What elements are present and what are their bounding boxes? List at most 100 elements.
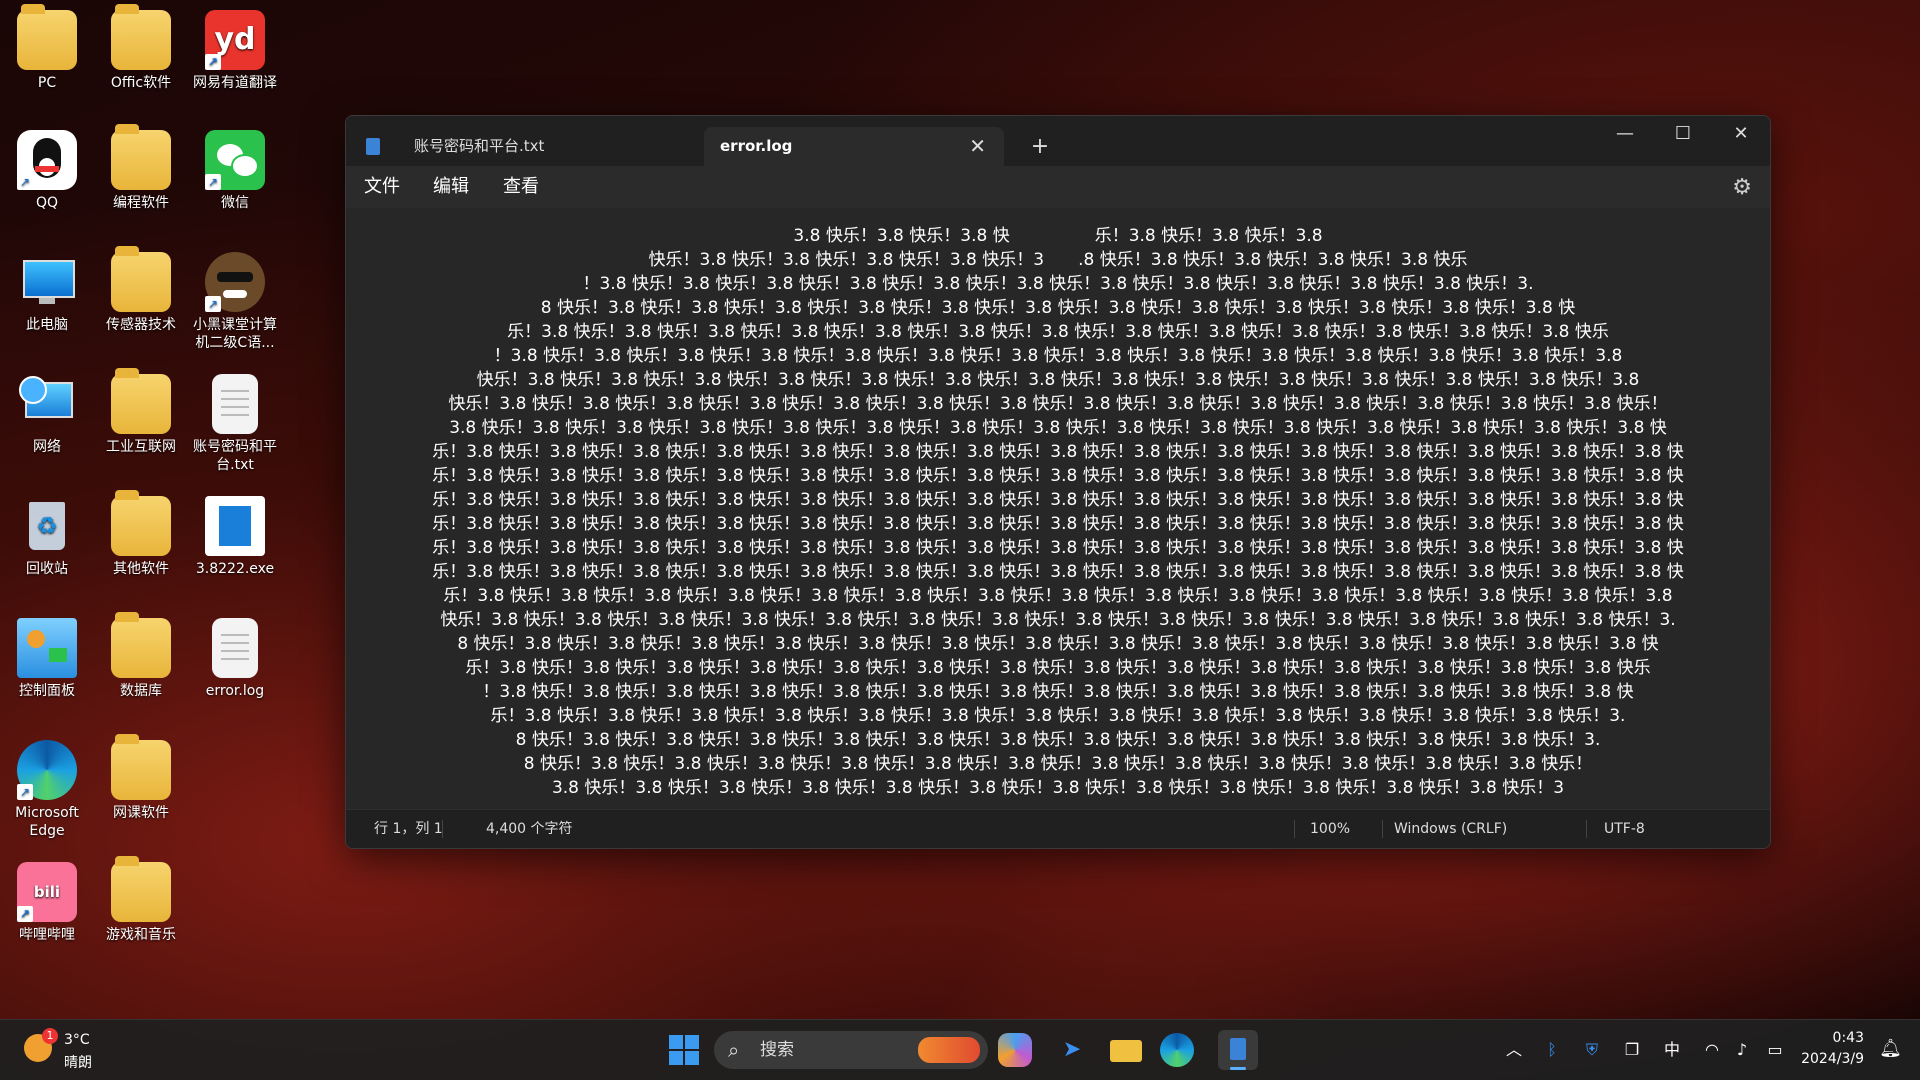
- desktop-icon-exe[interactable]: 3.8222.exe: [188, 496, 282, 578]
- clock-time: 0:43: [1832, 1030, 1864, 1046]
- encoding[interactable]: UTF-8: [1604, 810, 1645, 848]
- shortcut-arrow-icon: ↗: [205, 174, 221, 190]
- start-button[interactable]: [664, 1030, 704, 1070]
- edge-taskbar-icon[interactable]: [1160, 1033, 1194, 1067]
- shortcut-arrow-icon: ↗: [17, 174, 33, 190]
- text-file-icon: [212, 618, 258, 678]
- clock[interactable]: 0:43 2024/3/9: [1801, 1028, 1864, 1070]
- battery-icon[interactable]: ▭: [1762, 1020, 1788, 1080]
- maximize-button[interactable]: ☐: [1654, 116, 1712, 152]
- status-divider: [1382, 820, 1383, 838]
- taskbar: 1 3°C 晴朗 ⌕ 搜索 ➤ ︿ ᛒ ⛨ ❐ 中 ◠ ♪ ▭ 0:43 202…: [0, 1019, 1920, 1080]
- desktop-icon-this-pc[interactable]: 此电脑: [0, 252, 94, 334]
- recycle-bin-icon: ♻: [17, 496, 77, 556]
- notepad-taskbar-icon[interactable]: [1218, 1030, 1258, 1070]
- desktop-icon-recycle-bin[interactable]: ♻ 回收站: [0, 496, 94, 578]
- settings-gear-icon[interactable]: ⚙: [1732, 175, 1752, 200]
- copilot-icon[interactable]: [998, 1033, 1032, 1067]
- wechat-icon: ↗: [205, 130, 265, 190]
- desktop-icon-qq[interactable]: ↗ QQ: [0, 130, 94, 212]
- task-view-icon[interactable]: ❐: [1620, 1020, 1644, 1080]
- shortcut-arrow-icon: ↗: [205, 296, 221, 312]
- desktop-icon-label: 微信: [221, 195, 249, 211]
- desktop-icon-xiaohei[interactable]: ↗ 小黑课堂计算机二级C语...: [188, 252, 282, 352]
- desktop-icon-label: 数据库: [120, 683, 162, 699]
- desktop-icon-label: 编程软件: [113, 195, 169, 211]
- editor-line: 3.8 快乐！3.8 快乐！3.8 快乐！3.8 快乐！3.8 快乐！3.8 快…: [449, 418, 1667, 438]
- taskbar-search[interactable]: ⌕ 搜索: [714, 1031, 988, 1069]
- desktop-icon-label: 传感器技术: [106, 317, 176, 333]
- folder-icon: [111, 734, 171, 800]
- desktop-icon-office[interactable]: Offic软件: [94, 4, 188, 92]
- notification-bell-icon[interactable]: 🔔︎: [1879, 1038, 1902, 1059]
- shortcut-arrow-icon: ↗: [17, 784, 33, 800]
- search-icon: ⌕: [728, 1038, 740, 1062]
- status-divider: [442, 820, 443, 838]
- bilibili-icon: bili ↗: [17, 862, 77, 922]
- desktop-icon-other[interactable]: 其他软件: [94, 490, 188, 578]
- editor-line: 快乐！3.8 快乐！3.8 快乐！3.8 快乐！3.8 快乐！3 .8 快乐！3…: [648, 250, 1468, 270]
- desktop-icon-label: 小黑课堂计算机二级C语...: [193, 317, 277, 351]
- weather-widget[interactable]: 1 3°C 晴朗: [24, 1028, 144, 1072]
- desktop-icon-industrial[interactable]: 工业互联网: [94, 368, 188, 456]
- wifi-icon[interactable]: ◠: [1700, 1020, 1724, 1080]
- folder-icon: [111, 368, 171, 434]
- desktop-icon-youdao[interactable]: yd ↗ 网易有道翻译: [188, 10, 282, 92]
- line-ending[interactable]: Windows (CRLF): [1394, 810, 1507, 848]
- tab-label: 账号密码和平台.txt: [414, 137, 545, 155]
- close-window-button[interactable]: ✕: [1712, 116, 1770, 152]
- desktop-icon-control-panel[interactable]: 控制面板: [0, 618, 94, 700]
- maximize-icon: ☐: [1674, 123, 1692, 144]
- editor-line: 乐！3.8 快乐！3.8 快乐！3.8 快乐！3.8 快乐！3.8 快乐！3.8…: [432, 490, 1684, 510]
- desktop-icon-network[interactable]: 网络: [0, 374, 94, 456]
- notepad-icon: [366, 138, 380, 155]
- tab-accounts-txt[interactable]: 账号密码和平台.txt: [346, 127, 696, 166]
- text-editor[interactable]: 3.8 快乐！3.8 快乐！3.8 快 乐！3.8 快乐！3.8 快乐！3.8 快…: [346, 208, 1770, 810]
- desktop-icon-bilibili[interactable]: bili ↗ 哔哩哔哩: [0, 862, 94, 944]
- editor-line: 8 快乐！3.8 快乐！3.8 快乐！3.8 快乐！3.8 快乐！3.8 快乐！…: [457, 634, 1659, 654]
- desktop-icon-sensor[interactable]: 传感器技术: [94, 246, 188, 334]
- desktop-icon-error-log[interactable]: error.log: [188, 618, 282, 700]
- close-tab-icon[interactable]: ✕: [969, 127, 986, 166]
- desktop-icon-accounts-txt[interactable]: 账号密码和平台.txt: [188, 374, 282, 474]
- title-bar[interactable]: 账号密码和平台.txt error.log ✕ + — ☐ ✕: [346, 116, 1770, 166]
- desktop-icon-label: 其他软件: [113, 561, 169, 577]
- desktop-icon-label: PC: [37, 75, 57, 91]
- editor-line: ！3.8 快乐！3.8 快乐！3.8 快乐！3.8 快乐！3.8 快乐！3.8 …: [493, 346, 1623, 366]
- clock-date: 2024/3/9: [1801, 1051, 1864, 1067]
- app-feather-icon[interactable]: ➤: [1052, 1030, 1092, 1070]
- desktop-icon-label: 回收站: [26, 561, 68, 577]
- menu-edit[interactable]: 编辑: [433, 166, 469, 208]
- user-folder-icon: [17, 4, 77, 70]
- desktop-icon-database[interactable]: 数据库: [94, 612, 188, 700]
- youdao-icon: yd ↗: [205, 10, 265, 70]
- menu-view[interactable]: 查看: [503, 166, 539, 208]
- close-icon: ✕: [1733, 123, 1749, 144]
- desktop-icon-edge[interactable]: ↗ Microsoft Edge: [0, 740, 94, 840]
- new-tab-button[interactable]: +: [1022, 130, 1058, 166]
- security-shield-icon[interactable]: ⛨: [1580, 1020, 1604, 1080]
- zoom-level[interactable]: 100%: [1310, 810, 1350, 848]
- menu-file[interactable]: 文件: [364, 166, 400, 208]
- desktop-icon-games-music[interactable]: 游戏和音乐: [94, 856, 188, 944]
- desktop-icon-programming[interactable]: 编程软件: [94, 124, 188, 212]
- volume-icon[interactable]: ♪: [1730, 1020, 1754, 1080]
- application-icon: [205, 496, 265, 556]
- desktop-icon-label: 账号密码和平台.txt: [193, 439, 277, 473]
- folder-icon: [111, 490, 171, 556]
- tab-error-log[interactable]: error.log ✕: [704, 127, 1004, 166]
- text-file-icon: [212, 374, 258, 434]
- editor-line: 乐！3.8 快乐！3.8 快乐！3.8 快乐！3.8 快乐！3.8 快乐！3.8…: [432, 442, 1684, 462]
- chevron-up-icon[interactable]: ︿: [1502, 1020, 1526, 1080]
- minimize-button[interactable]: —: [1596, 116, 1654, 152]
- file-explorer-icon[interactable]: [1106, 1030, 1146, 1070]
- editor-line: 乐！3.8 快乐！3.8 快乐！3.8 快乐！3.8 快乐！3.8 快乐！3.8…: [432, 466, 1684, 486]
- weather-temperature: 3°C: [64, 1032, 90, 1048]
- bluetooth-icon[interactable]: ᛒ: [1540, 1020, 1564, 1080]
- desktop-icon-pc[interactable]: PC: [0, 4, 94, 92]
- search-label: 搜索: [760, 1040, 794, 1060]
- desktop-icon-label: 网课软件: [113, 805, 169, 821]
- ime-indicator[interactable]: 中: [1660, 1020, 1684, 1080]
- desktop-icon-wechat[interactable]: ↗ 微信: [188, 130, 282, 212]
- desktop-icon-online-course[interactable]: 网课软件: [94, 734, 188, 822]
